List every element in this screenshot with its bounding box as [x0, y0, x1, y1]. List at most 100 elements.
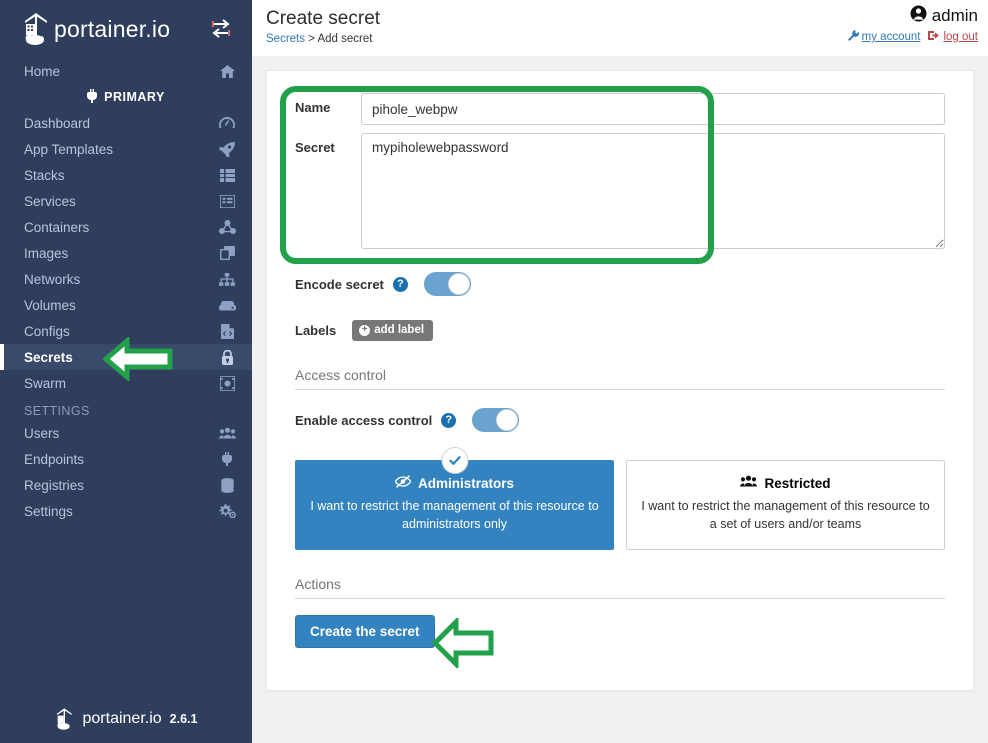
- images-icon: [218, 245, 236, 261]
- users-group-icon: [740, 475, 758, 491]
- create-secret-card: Name Secret mypiholewebpassword Encode s…: [266, 70, 974, 691]
- dashboard-icon: [218, 115, 236, 131]
- name-input[interactable]: [361, 93, 945, 125]
- sidebar-item-label: Volumes: [24, 297, 76, 313]
- sidebar-item-label: Images: [24, 245, 69, 261]
- breadcrumb-link-secrets[interactable]: Secrets: [266, 33, 305, 45]
- sidebar-item-label: Settings: [24, 503, 73, 519]
- my-account-link[interactable]: my account: [847, 30, 921, 44]
- sidebar-item-configs[interactable]: Configs: [0, 318, 252, 344]
- secret-textarea[interactable]: mypiholewebpassword: [361, 133, 945, 249]
- access-option-title: Administrators: [308, 475, 601, 491]
- sidebar-item-label: Networks: [24, 271, 81, 287]
- containers-icon: [218, 219, 236, 235]
- name-field-row: Name: [295, 93, 945, 125]
- secret-field-row: Secret mypiholewebpassword: [295, 133, 945, 254]
- footer-brand-name: portainer.io: [82, 710, 162, 727]
- sidebar-item-label: Users: [24, 425, 60, 441]
- services-icon: [218, 193, 236, 209]
- main-content: Create secret Secrets > Add secret admin: [252, 0, 988, 743]
- sidebar-item-label: Secrets: [24, 349, 73, 365]
- volumes-icon: [218, 297, 236, 313]
- database-icon: [218, 477, 236, 493]
- sidebar-settings-nav: Users Endpoints Registries Settings: [0, 420, 252, 524]
- sidebar-item-home[interactable]: Home: [0, 58, 252, 84]
- toggle-knob: [496, 409, 519, 431]
- labels-row: Labels + add label: [295, 320, 945, 341]
- home-icon: [218, 63, 236, 79]
- plus-circle-icon: +: [359, 324, 371, 336]
- access-option-restricted[interactable]: Restricted I want to restrict the manage…: [626, 460, 945, 551]
- sidebar-item-endpoints[interactable]: Endpoints: [0, 446, 252, 472]
- access-control-options: Administrators I want to restrict the ma…: [295, 447, 945, 551]
- sidebar-item-secrets[interactable]: Secrets: [0, 344, 252, 370]
- networks-icon: [218, 271, 236, 287]
- check-circle-icon: [441, 447, 468, 474]
- actions-section-title: Actions: [295, 576, 945, 600]
- sidebar-item-volumes[interactable]: Volumes: [0, 292, 252, 318]
- endpoint-name: PRIMARY: [104, 90, 165, 104]
- sidebar-main-nav: Dashboard App Templates Stacks Services Cont…: [0, 110, 252, 396]
- question-circle-icon[interactable]: ?: [392, 276, 408, 292]
- sidebar-item-dashboard[interactable]: Dashboard: [0, 110, 252, 136]
- access-option-description: I want to restrict the management of thi…: [310, 499, 599, 532]
- sidebar-item-label: Endpoints: [24, 451, 85, 467]
- user-name: admin: [931, 6, 978, 25]
- sidebar-item-containers[interactable]: Containers: [0, 214, 252, 240]
- sidebar-item-users[interactable]: Users: [0, 420, 252, 446]
- encode-secret-row: Encode secret ?: [295, 272, 945, 296]
- enable-access-control-label: Enable access control: [295, 412, 433, 428]
- eye-slash-icon: [394, 475, 412, 491]
- sidebar-item-images[interactable]: Images: [0, 240, 252, 266]
- sidebar-item-label: Swarm: [24, 375, 67, 391]
- brand-header[interactable]: portainer.io: [0, 0, 252, 58]
- sidebar-item-label: Configs: [24, 323, 70, 339]
- user-links: my account log out: [847, 30, 978, 44]
- log-out-link[interactable]: log out: [928, 30, 978, 44]
- create-the-secret-button[interactable]: Create the secret: [295, 615, 435, 649]
- sidebar-endpoint-primary: PRIMARY: [0, 84, 252, 110]
- secrets-lock-icon: [218, 349, 236, 365]
- encode-secret-toggle[interactable]: [423, 272, 471, 296]
- access-option-description: I want to restrict the management of thi…: [641, 499, 930, 532]
- access-option-title-text: Administrators: [417, 475, 515, 491]
- gears-icon: [218, 503, 236, 519]
- name-label: Name: [295, 100, 331, 115]
- users-icon: [218, 425, 236, 441]
- enable-access-control-row: Enable access control ?: [295, 408, 945, 432]
- access-option-title-text: Restricted: [764, 475, 831, 491]
- endpoint-switch-icon[interactable]: [210, 18, 232, 38]
- portainer-crane-logo-icon: [56, 708, 72, 730]
- access-option-administrators[interactable]: Administrators I want to restrict the ma…: [295, 447, 614, 551]
- question-circle-icon[interactable]: ?: [441, 412, 457, 428]
- sidebar-footer: portainer.io 2.6.1: [0, 707, 252, 731]
- add-label-button[interactable]: + add label: [352, 320, 434, 341]
- sidebar-item-registries[interactable]: Registries: [0, 472, 252, 498]
- sidebar-item-swarm[interactable]: Swarm: [0, 370, 252, 396]
- enable-access-control-toggle[interactable]: [472, 408, 520, 432]
- sidebar-item-networks[interactable]: Networks: [0, 266, 252, 292]
- plug-icon: [87, 88, 98, 106]
- breadcrumb-current: Add secret: [317, 33, 373, 45]
- sidebar-item-settings[interactable]: Settings: [0, 498, 252, 524]
- sidebar-item-label: Stacks: [24, 167, 65, 183]
- plug-icon: [218, 451, 236, 467]
- brand-name: portainer.io: [54, 15, 171, 42]
- breadcrumb: Secrets > Add secret: [266, 33, 372, 45]
- sidebar-item-stacks[interactable]: Stacks: [0, 162, 252, 188]
- sidebar-item-services[interactable]: Services: [0, 188, 252, 214]
- toggle-knob: [447, 273, 470, 295]
- encode-secret-label: Encode secret: [295, 276, 384, 292]
- add-label-button-text: add label: [374, 324, 425, 336]
- sidebar-item-label: Home: [24, 63, 61, 79]
- user-area: admin my account log out: [847, 5, 978, 44]
- page-header: Create secret Secrets > Add secret admin: [252, 0, 988, 56]
- sidebar-section-settings: SETTINGS: [24, 404, 90, 418]
- stacks-icon: [218, 167, 236, 183]
- log-out-label: log out: [943, 31, 978, 43]
- sidebar-nav: Home: [0, 58, 252, 84]
- page-title: Create secret: [266, 8, 381, 29]
- sidebar-item-app-templates[interactable]: App Templates: [0, 136, 252, 162]
- footer-version: 2.6.1: [169, 712, 198, 726]
- my-account-label: my account: [861, 31, 921, 43]
